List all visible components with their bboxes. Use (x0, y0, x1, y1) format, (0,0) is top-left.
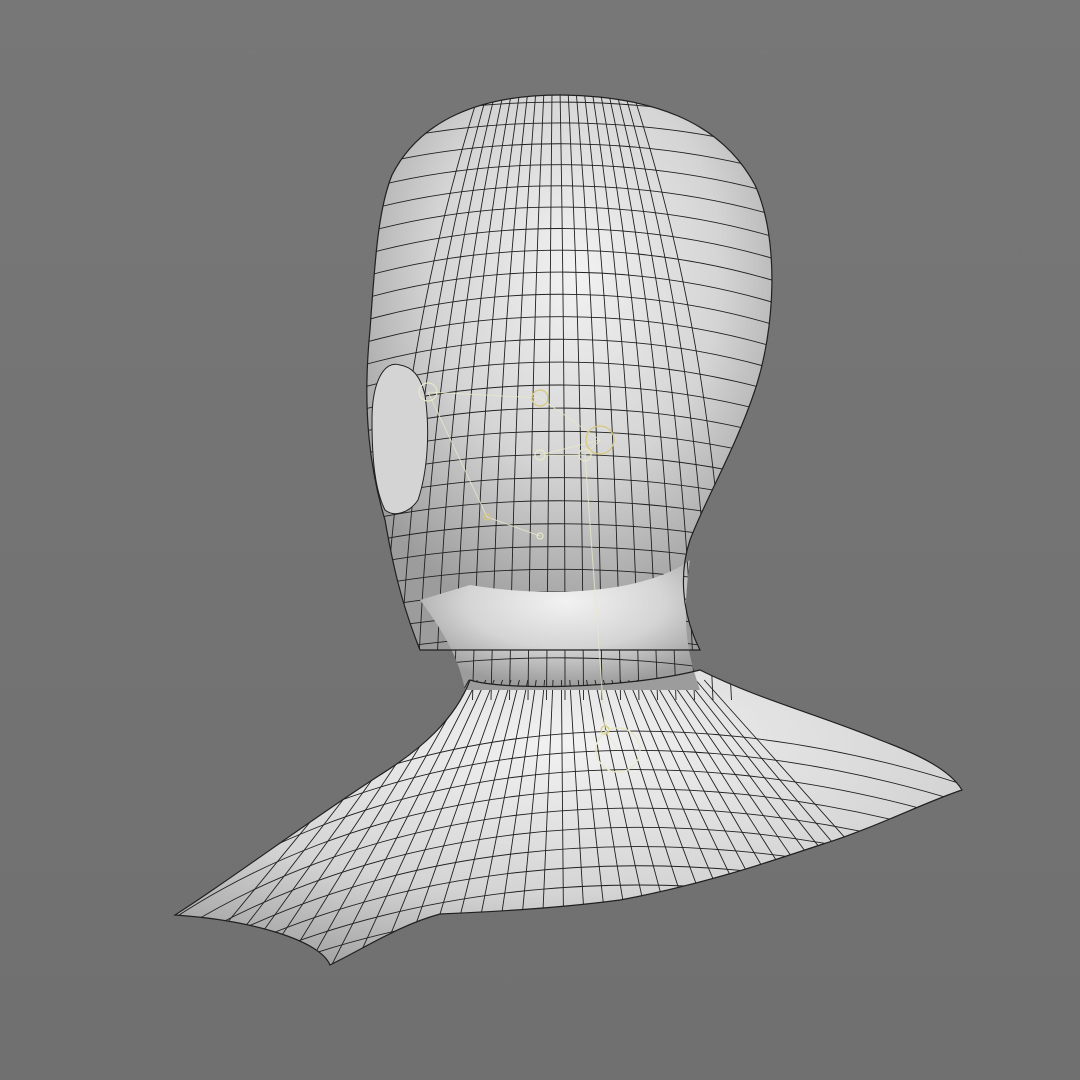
viewport-scene[interactable] (0, 0, 1080, 1080)
ear-surface (371, 363, 429, 515)
3d-viewport[interactable] (0, 0, 1080, 1080)
